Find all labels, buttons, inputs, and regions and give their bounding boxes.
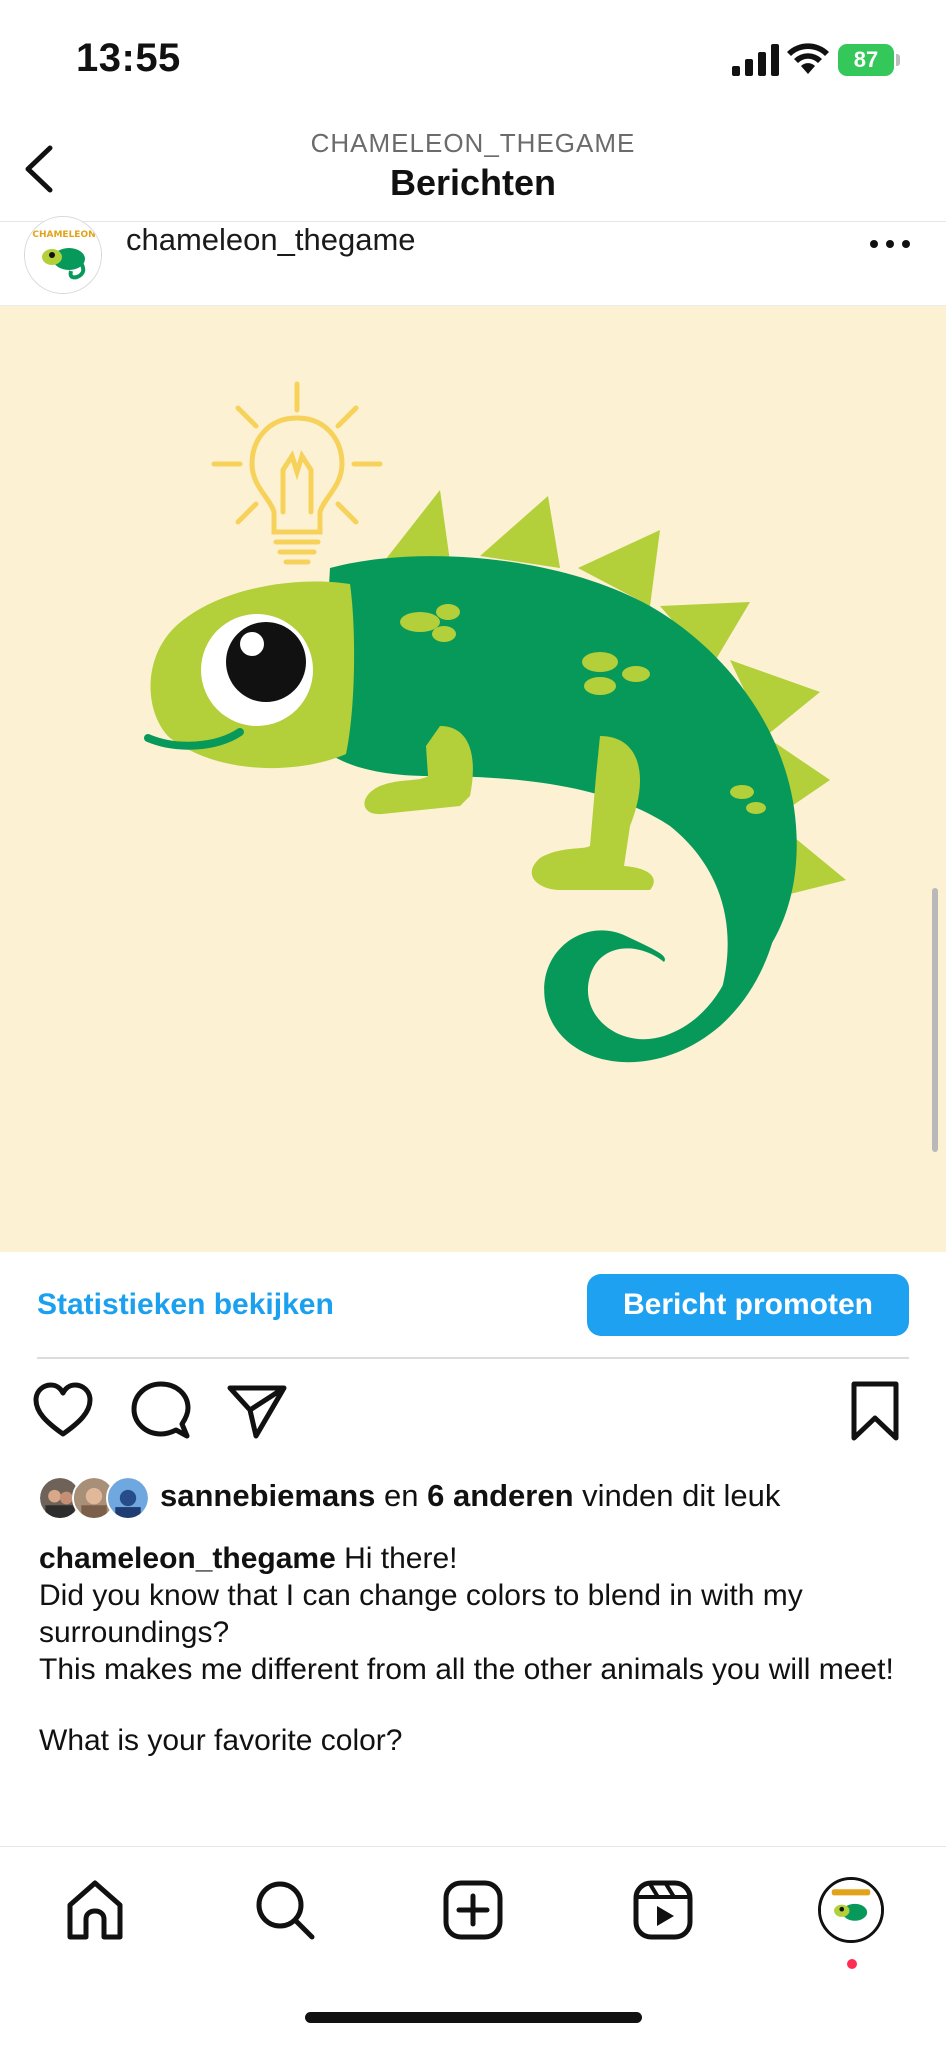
bookmark-icon[interactable]: [844, 1380, 906, 1442]
avatar[interactable]: CHAMELEON: [24, 216, 102, 294]
profile-avatar[interactable]: [818, 1877, 884, 1943]
header: CHAMELEON_THEGAME Berichten: [0, 120, 946, 222]
caption-line-1: Hi there!: [335, 1542, 458, 1575]
caption-line-4: What is your favorite color?: [39, 1724, 403, 1757]
chameleon-logo-icon: [821, 1880, 881, 1940]
wifi-icon: [787, 43, 829, 74]
post-actions: [0, 1380, 946, 1450]
more-options-icon[interactable]: [868, 236, 912, 252]
first-liker[interactable]: sannebiemans: [160, 1478, 375, 1513]
cellular-signal-icon: [732, 44, 779, 76]
home-icon[interactable]: [62, 1877, 128, 1943]
likes-suffix: vinden dit leuk: [573, 1478, 781, 1513]
likes-summary[interactable]: sannebiemans en 6 anderen vinden dit leu…: [160, 1478, 780, 1514]
chameleon-illustration-icon: [144, 381, 846, 1063]
avatar-logo-text: CHAMELEON: [32, 230, 95, 240]
post-author-name[interactable]: chameleon_thegame: [126, 222, 416, 258]
battery-icon: 87: [838, 44, 900, 76]
others-count[interactable]: 6 anderen: [427, 1478, 573, 1513]
page-title: Berichten: [389, 162, 557, 203]
caption-line-3: This makes me different from all the oth…: [39, 1653, 894, 1686]
reels-icon[interactable]: [630, 1877, 696, 1943]
create-post-icon[interactable]: [440, 1877, 506, 1943]
likes-row: sannebiemans en 6 anderen vinden dit leu…: [0, 1470, 946, 1530]
liker-avatars[interactable]: [38, 1476, 150, 1522]
heart-icon[interactable]: [32, 1380, 94, 1442]
view-insights-link[interactable]: Statistieken bekijken: [37, 1288, 334, 1322]
search-icon[interactable]: [252, 1877, 318, 1943]
caption-line-2: Did you know that I can change colors to…: [39, 1579, 803, 1649]
post-author-row: CHAMELEON chameleon_thegame: [0, 216, 946, 306]
send-icon[interactable]: [226, 1380, 288, 1442]
likes-connector: en: [375, 1478, 428, 1513]
caption-username[interactable]: chameleon_thegame: [39, 1542, 336, 1575]
header-subtitle: CHAMELEON_THEGAME: [310, 128, 636, 158]
post-caption: chameleon_thegame Hi there! Did you know…: [39, 1540, 919, 1759]
promote-post-button[interactable]: Bericht promoten: [587, 1274, 909, 1336]
comment-icon[interactable]: [130, 1380, 192, 1442]
chameleon-logo-icon: CHAMELEON: [25, 217, 101, 293]
avatar: [106, 1476, 150, 1520]
status-time: 13:55: [76, 36, 181, 80]
status-bar: 13:55 87: [0, 0, 946, 120]
post-image[interactable]: [0, 306, 946, 1252]
scrollbar[interactable]: [932, 888, 938, 1152]
home-indicator[interactable]: [305, 2012, 642, 2023]
divider: [37, 1357, 909, 1359]
notification-dot: [847, 1959, 857, 1969]
battery-level: 87: [838, 44, 894, 76]
promo-row: Statistieken bekijken Bericht promoten: [0, 1252, 946, 1359]
